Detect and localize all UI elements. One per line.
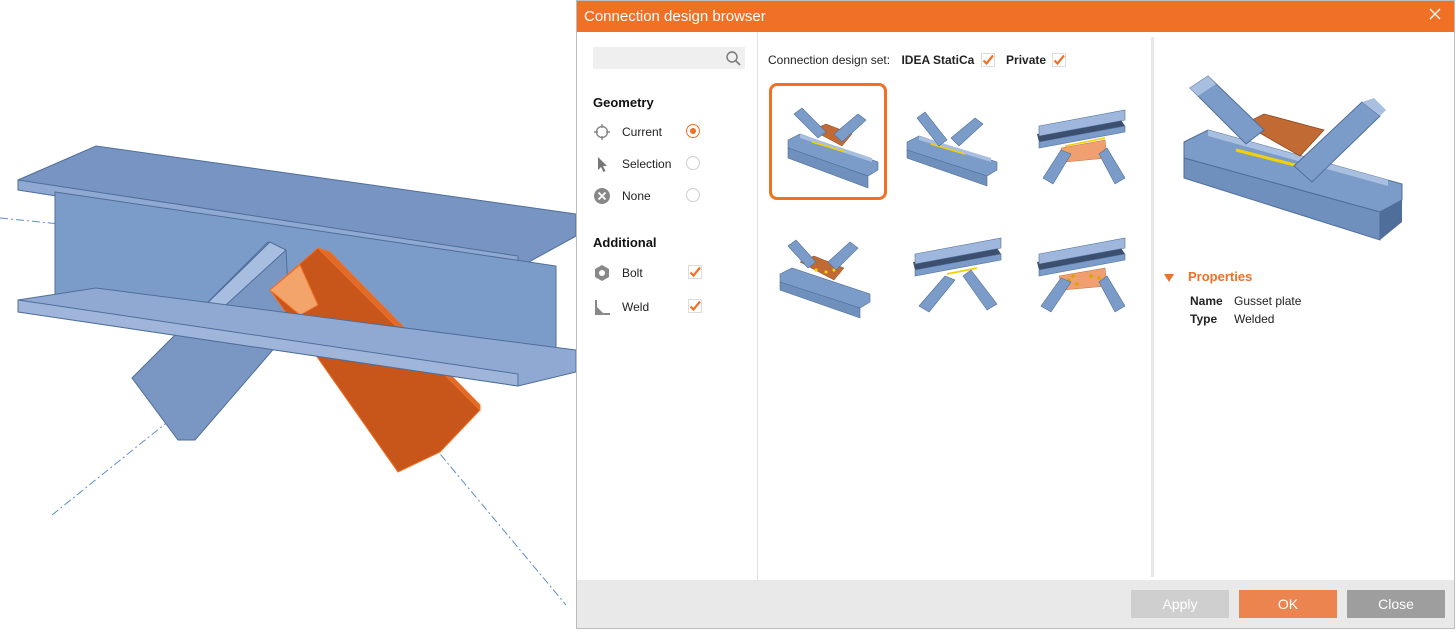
dialog-footer: Apply OK Close bbox=[577, 580, 1454, 628]
template-thumbnail[interactable] bbox=[1020, 213, 1138, 330]
cursor-arrow-icon bbox=[593, 155, 611, 173]
dialog-title: Connection design browser bbox=[584, 8, 766, 25]
template-thumbnail[interactable] bbox=[896, 213, 1014, 330]
properties-header[interactable]: Properties bbox=[1164, 269, 1252, 284]
connection-design-browser-dialog: Connection design browser Geometry Curre… bbox=[576, 0, 1455, 629]
bolt-nut-icon bbox=[593, 264, 611, 282]
template-thumbnail[interactable] bbox=[896, 83, 1014, 200]
x-circle-icon bbox=[593, 187, 611, 205]
template-gallery: Connection design set: IDEA StatiCa Priv… bbox=[758, 32, 1152, 581]
selection-radio[interactable] bbox=[686, 156, 700, 170]
property-value: Gusset plate bbox=[1234, 294, 1302, 308]
search-icon[interactable] bbox=[725, 50, 741, 66]
geometry-option-selection[interactable]: Selection bbox=[593, 153, 743, 175]
gusset-plate-under-beam-thumbnail bbox=[1037, 109, 1126, 185]
geometry-option-label: None bbox=[622, 189, 651, 203]
design-set-private-label: Private bbox=[1006, 52, 1047, 67]
close-button[interactable]: Close bbox=[1347, 590, 1445, 618]
crosshair-icon bbox=[593, 123, 611, 141]
gusset-plate-bolted-thumbnail bbox=[779, 239, 871, 319]
close-icon[interactable] bbox=[1428, 7, 1442, 21]
design-set-row: Connection design set: IDEA StatiCa Priv… bbox=[768, 52, 1067, 70]
3d-model-viewport[interactable] bbox=[0, 0, 577, 630]
weld-checkbox[interactable] bbox=[688, 299, 702, 313]
geometry-title: Geometry bbox=[593, 95, 654, 110]
additional-option-label: Weld bbox=[622, 300, 650, 314]
template-thumbnail[interactable] bbox=[1020, 83, 1138, 200]
geometry-option-current[interactable]: Current bbox=[593, 121, 743, 143]
geometry-option-none[interactable]: None bbox=[593, 185, 743, 207]
apply-button[interactable]: Apply bbox=[1131, 590, 1229, 618]
gusset-plate-bolted-under-beam-thumbnail bbox=[1037, 237, 1126, 313]
current-radio[interactable] bbox=[686, 124, 700, 138]
title-bar[interactable]: Connection design browser bbox=[577, 1, 1454, 32]
additional-option-label: Bolt bbox=[622, 266, 643, 280]
additional-title: Additional bbox=[593, 235, 657, 250]
search-input[interactable] bbox=[593, 47, 745, 69]
properties-title: Properties bbox=[1188, 269, 1253, 284]
geometry-option-label: Current bbox=[622, 125, 663, 139]
design-set-label: Connection design set: bbox=[768, 52, 891, 67]
additional-option-weld[interactable]: Weld bbox=[593, 296, 743, 318]
property-key: Type bbox=[1190, 312, 1218, 326]
connection-3d-model bbox=[0, 145, 577, 606]
none-radio[interactable] bbox=[686, 188, 700, 202]
design-set-idea-statica-label: IDEA StatiCa bbox=[901, 52, 975, 67]
preview-panel: Properties Name Gusset plate Type Welded bbox=[1154, 32, 1454, 581]
collapse-triangle-icon[interactable] bbox=[1164, 273, 1174, 282]
weld-icon bbox=[593, 298, 611, 316]
property-value: Welded bbox=[1234, 312, 1275, 326]
property-row-type: Type Welded bbox=[1190, 312, 1274, 326]
ok-button[interactable]: OK bbox=[1239, 590, 1337, 618]
template-preview-image bbox=[1183, 75, 1403, 241]
idea-statica-checkbox[interactable] bbox=[980, 52, 995, 67]
property-key: Name bbox=[1190, 294, 1223, 308]
direct-welded-under-beam-thumbnail bbox=[913, 237, 1002, 313]
welded-direct-thumbnail bbox=[906, 111, 998, 187]
property-row-name: Name Gusset plate bbox=[1190, 294, 1301, 308]
template-thumbnail[interactable] bbox=[769, 213, 887, 330]
gusset-plate-welded-thumbnail bbox=[787, 107, 879, 189]
filter-panel: Geometry Current Selection None Addition… bbox=[577, 32, 758, 581]
template-thumbnail[interactable] bbox=[769, 83, 887, 200]
additional-option-bolt[interactable]: Bolt bbox=[593, 262, 743, 284]
bolt-checkbox[interactable] bbox=[688, 265, 702, 279]
private-checkbox[interactable] bbox=[1052, 52, 1067, 67]
geometry-option-label: Selection bbox=[622, 157, 672, 171]
